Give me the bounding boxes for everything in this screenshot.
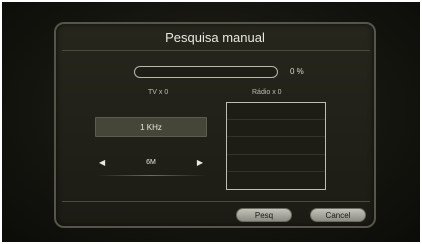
- list-item[interactable]: [227, 137, 325, 155]
- frequency-value: 1 KHz: [140, 122, 162, 132]
- dialog-title: Pesquisa manual: [165, 30, 265, 45]
- manual-search-dialog: Pesquisa manual 0 % TV x 0 Rádio x 0 1 K…: [54, 22, 376, 228]
- cancel-button[interactable]: Cancel: [310, 208, 366, 222]
- arrow-right-icon[interactable]: ▶: [197, 158, 203, 167]
- footer-divider: [62, 201, 370, 202]
- bandwidth-selector[interactable]: ◀ 6M ▶: [96, 157, 206, 179]
- radio-count-label: Rádio x 0: [252, 89, 282, 96]
- list-item[interactable]: [227, 155, 325, 172]
- list-item[interactable]: [227, 120, 325, 138]
- frequency-field[interactable]: 1 KHz: [95, 117, 207, 137]
- search-button[interactable]: Pesq: [236, 208, 292, 222]
- progress-percent: 0 %: [290, 67, 304, 76]
- search-progress-bar: [134, 66, 278, 78]
- tv-screen: Pesquisa manual 0 % TV x 0 Rádio x 0 1 K…: [2, 2, 420, 242]
- title-divider: [62, 50, 370, 51]
- list-item[interactable]: [227, 172, 325, 189]
- bandwidth-value: 6M: [146, 159, 156, 166]
- selector-underline: [96, 175, 206, 176]
- list-item[interactable]: [227, 103, 325, 121]
- radio-channel-list[interactable]: [226, 102, 326, 190]
- tv-count-label: TV x 0: [148, 89, 169, 96]
